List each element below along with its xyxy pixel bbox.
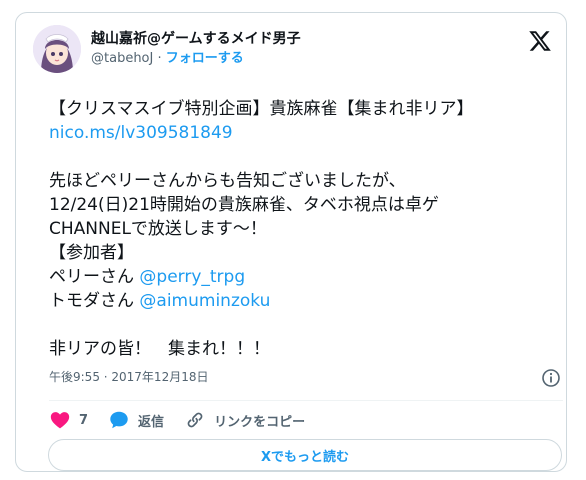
handle-line: @tabehoJ · フォローする	[91, 49, 301, 69]
like-count: 7	[79, 412, 89, 428]
follow-button[interactable]: フォローする	[166, 51, 244, 66]
separator-dot: ·	[153, 51, 166, 66]
copy-link-label: リンクをコピー	[214, 414, 306, 430]
handle[interactable]: @tabehoJ	[91, 51, 153, 66]
tweet-card: 越山嘉祈@ゲームするメイド男子 @tabehoJ · フォローする 【クリスマス…	[15, 12, 567, 472]
tweet-header: 越山嘉祈@ゲームするメイド男子 @tabehoJ · フォローする	[33, 25, 553, 79]
tweet-title-line: 【クリスマスイブ特別企画】貴族麻雀【集まれ非リア】	[49, 99, 474, 119]
reply-button[interactable]: 返信	[108, 409, 164, 431]
mention-aimuminzoku[interactable]: @aimuminzoku	[139, 291, 270, 311]
timestamp[interactable]: 午後9:55 · 2017年12月18日	[49, 367, 208, 387]
heart-icon	[50, 412, 70, 429]
info-icon[interactable]	[541, 368, 561, 388]
link-icon	[187, 412, 203, 428]
action-bar: 7 返信 リンクをコピー	[49, 407, 325, 433]
like-button[interactable]: 7	[49, 409, 88, 431]
tweet-closing: 非リアの皆！ 集まれ！！！	[49, 339, 270, 359]
tweet-paragraph: 先ほどペリーさんからも告知ございましたが、 12/24(日)21時開始の貴族麻雀…	[49, 171, 439, 263]
tweet-text: 【クリスマスイブ特別企画】貴族麻雀【集まれ非リア】 nico.ms/lv3095…	[49, 97, 569, 361]
participant-2-name: トモダさん	[49, 291, 140, 311]
avatar[interactable]	[33, 25, 81, 73]
tweet-link[interactable]: nico.ms/lv309581849	[49, 123, 233, 143]
read-more-button[interactable]: Xでもっと読む	[48, 439, 562, 471]
divider	[49, 400, 563, 401]
mention-perry[interactable]: @perry_trpg	[139, 267, 245, 287]
reply-bubble-icon	[110, 411, 128, 429]
user-info: 越山嘉祈@ゲームするメイド男子 @tabehoJ · フォローする	[91, 29, 301, 69]
display-name[interactable]: 越山嘉祈@ゲームするメイド男子	[91, 29, 301, 49]
copy-link-button[interactable]: リンクをコピー	[184, 409, 305, 431]
x-logo-icon[interactable]	[527, 29, 553, 53]
reply-label: 返信	[138, 414, 165, 430]
participant-1-name: ペリーさん	[49, 267, 140, 287]
